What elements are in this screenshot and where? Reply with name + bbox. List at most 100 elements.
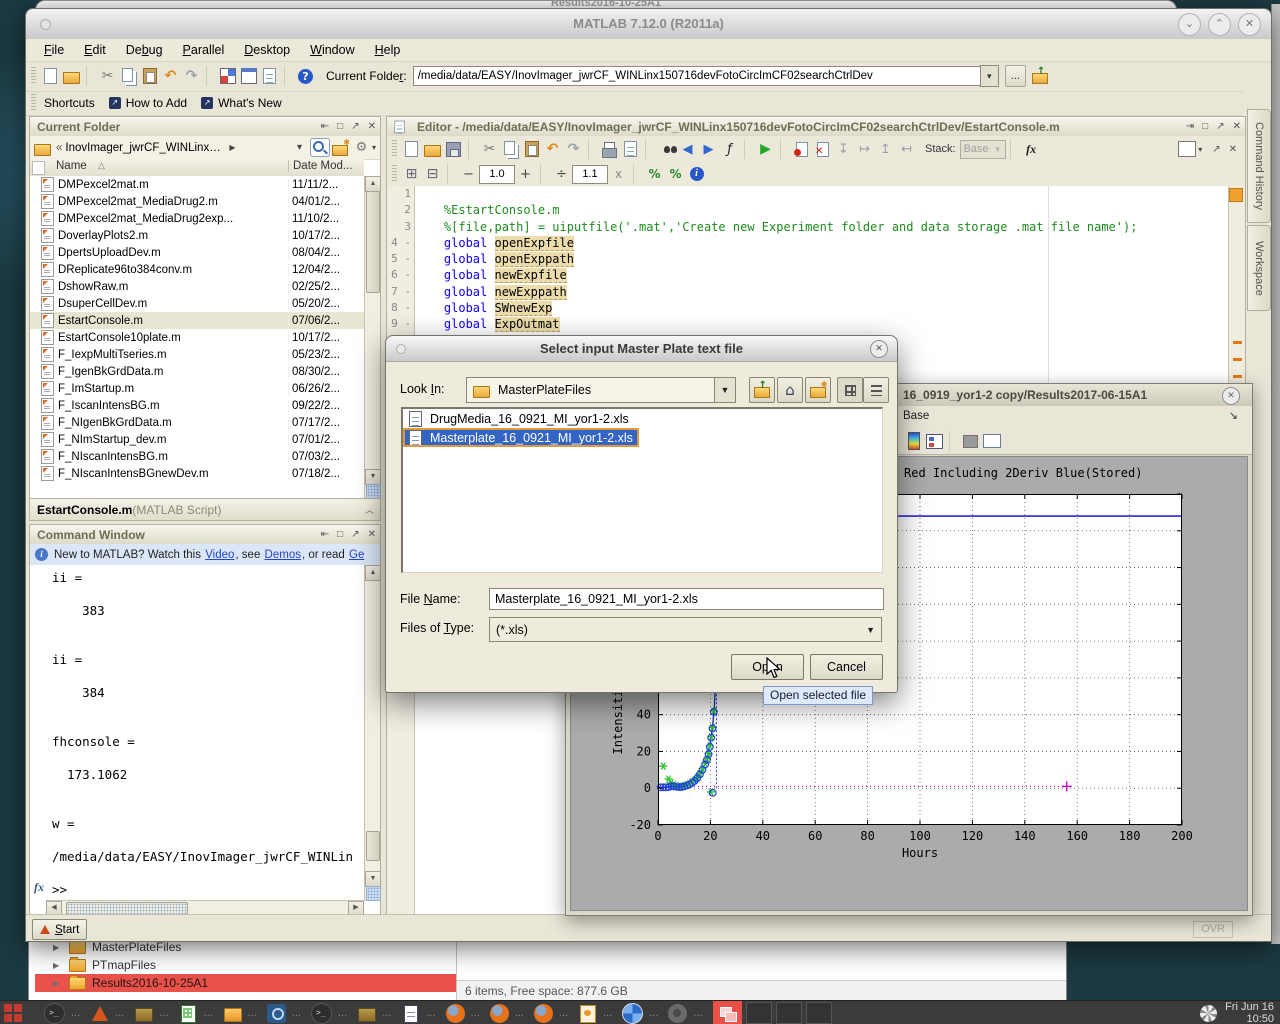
cell-cell2-icon[interactable]	[422, 164, 443, 184]
firefox-icon[interactable]	[490, 1004, 509, 1023]
file-row[interactable]: DpertsUploadDev.m08/04/2...	[30, 244, 364, 261]
clock[interactable]: Fri Jun 16 10:50	[1225, 1001, 1274, 1024]
taskbar-item-firefox[interactable]: ...	[534, 1001, 578, 1024]
editor-paste-icon[interactable]	[521, 139, 542, 159]
cell-info-icon[interactable]	[686, 164, 707, 184]
code-line[interactable]: global newExpfile	[415, 267, 1229, 283]
date-column-label[interactable]: Date Mod...	[288, 160, 352, 172]
menu-debug[interactable]: Debug	[116, 43, 173, 57]
taskbar-item-folder-orange[interactable]: ...	[223, 1001, 267, 1024]
code-line[interactable]: global openExpfile	[415, 235, 1229, 251]
collapse-details-icon[interactable]: ︿	[365, 503, 374, 516]
code-line[interactable]: %[file,path] = uiputfile('.mat','Create …	[415, 219, 1229, 235]
file-name-input[interactable]	[489, 588, 884, 610]
figure-graybox-icon[interactable]	[960, 431, 981, 451]
taskbar-item-menu[interactable]: ...	[159, 1007, 168, 1019]
menu-parallel[interactable]: Parallel	[173, 43, 235, 57]
menu-window[interactable]: Window	[300, 43, 364, 57]
taskbar-item-menu[interactable]: ...	[204, 1007, 213, 1019]
divide-button[interactable]: ÷	[551, 164, 572, 184]
undo-icon[interactable]	[160, 66, 181, 86]
scroll-up-icon[interactable]: ▲	[365, 565, 381, 581]
scroll-up-icon[interactable]: ▲	[365, 176, 381, 192]
taskbar-item-viewer-blue[interactable]: ...	[267, 1001, 311, 1024]
editor-step2-icon[interactable]	[854, 139, 875, 159]
editor-step1-icon[interactable]	[833, 139, 854, 159]
editor-run-icon[interactable]	[755, 139, 776, 159]
editor-step4-icon[interactable]	[896, 139, 917, 159]
help-icon[interactable]	[295, 66, 316, 86]
editor-step3-icon[interactable]	[875, 139, 896, 159]
maximize-panel-icon[interactable]: □	[333, 529, 347, 540]
code-analyzer-mark[interactable]	[1233, 358, 1242, 361]
menu-desktop[interactable]: Desktop	[234, 43, 300, 57]
file-row[interactable]: DsuperCellDev.m05/20/2...	[30, 295, 364, 312]
breadcrumb-dropdown-icon[interactable]	[289, 138, 310, 158]
toolbar-grip[interactable]	[392, 140, 397, 158]
taskbar-item-calc[interactable]: ...	[179, 1001, 223, 1024]
taskbar-item-app-gray[interactable]: ...	[668, 1001, 712, 1024]
file-row[interactable]: F_IgenBkGrdData.m08/30/2...	[30, 363, 364, 380]
editor-bp-clear-icon[interactable]	[812, 139, 833, 159]
breadcrumb-expand-icon[interactable]: ▶	[229, 143, 235, 152]
editor-findfx-icon[interactable]	[719, 139, 740, 159]
editor-bp-add-icon[interactable]	[791, 139, 812, 159]
file-row[interactable]: DMPexcel2mat_MediaDrug2exp...11/10/2...	[30, 210, 364, 227]
taskbar-item-folder-olive[interactable]: ...	[134, 1001, 178, 1024]
taskbar-item-menu[interactable]: ...	[603, 1007, 612, 1019]
taskbar-item-menu[interactable]: ...	[559, 1007, 568, 1019]
banner-link[interactable]: Demos	[265, 549, 301, 561]
screenshot-tool-icon[interactable]	[1200, 1005, 1217, 1022]
close-panel-icon[interactable]: ✕	[1229, 121, 1245, 132]
gear-icon[interactable]	[351, 138, 372, 158]
editor-open-folder-icon[interactable]	[422, 139, 443, 159]
cut-icon[interactable]	[97, 66, 118, 86]
editor-cut-icon[interactable]	[479, 139, 500, 159]
cell-value-2-input[interactable]	[572, 165, 608, 184]
menu-edit[interactable]: Edit	[74, 43, 116, 57]
breadcrumb[interactable]: InovImager_jwrCF_WINLinx150...	[65, 142, 225, 154]
new-folder-icon[interactable]	[330, 138, 351, 158]
scrollbar-thumb[interactable]	[366, 191, 380, 293]
current-folder-path-input[interactable]	[413, 66, 980, 86]
firefox-icon[interactable]	[534, 1004, 553, 1023]
editor-save-icon[interactable]	[443, 139, 464, 159]
taskbar-item-folder-olive[interactable]: ...	[357, 1001, 401, 1024]
undock-panel-icon[interactable]: ↗	[347, 529, 363, 540]
code-line[interactable]: global openExppath	[415, 251, 1229, 267]
maximize-button[interactable]: ⌃	[1208, 13, 1231, 36]
start-button[interactable]: Start	[32, 919, 87, 940]
code-analyzer-indicator[interactable]	[1229, 188, 1243, 202]
editor-fwd-icon[interactable]	[698, 139, 719, 159]
file-row[interactable]: F_ImStartup.m06/26/2...	[30, 380, 364, 397]
close-editor-icon[interactable]: ✕	[1225, 144, 1241, 155]
taskbar-item-browser-spiral[interactable]: ...	[622, 1001, 668, 1024]
dialog-file-list[interactable]: DrugMedia_16_0921_MI_yor1-2.xlsMasterpla…	[401, 407, 883, 573]
expander-icon[interactable]: ▶	[53, 979, 63, 988]
toolbar-grip[interactable]	[392, 165, 397, 183]
matlab-icon[interactable]	[90, 1004, 109, 1023]
guide-icon[interactable]	[238, 66, 259, 86]
taskbar-item-menu[interactable]: ...	[693, 1007, 702, 1019]
scroll-down-icon[interactable]: ▼	[365, 469, 381, 485]
folder-olive-icon[interactable]	[357, 1004, 376, 1023]
figure-legend-icon[interactable]	[924, 431, 945, 451]
cell-cell1-icon[interactable]	[401, 164, 422, 184]
editor-notes-icon[interactable]	[620, 139, 641, 159]
taskbar-item-menu[interactable]: ...	[471, 1007, 480, 1019]
file-row[interactable]: F_NIgenBkGrdData.m07/17/2...	[30, 414, 364, 431]
up-one-level-button[interactable]	[749, 377, 775, 403]
taskbar-item-terminal[interactable]: ...	[44, 1001, 90, 1024]
taskbar-item-terminal[interactable]: ...	[311, 1001, 357, 1024]
file-list-column-header[interactable]: Name △ Date Mod...	[30, 159, 364, 177]
code-line[interactable]: global newExppath	[415, 284, 1229, 300]
look-in-combobox[interactable]: MasterPlateFiles ▼	[466, 377, 736, 403]
firefox-icon[interactable]	[446, 1004, 465, 1023]
banner-link[interactable]: Ge	[349, 549, 364, 561]
taskbar-item-matlab[interactable]: ...	[90, 1001, 134, 1024]
list-view-button[interactable]	[863, 377, 889, 403]
file-list-scrollbar[interactable]: ▲ ▼	[364, 176, 380, 499]
file-row[interactable]: F_NIscanIntensBGnewDev.m07/18/2...	[30, 465, 364, 482]
file-row[interactable]: DMPexcel2mat.m11/11/2...	[30, 176, 364, 193]
taskbar-item-menu[interactable]: ...	[338, 1007, 347, 1019]
